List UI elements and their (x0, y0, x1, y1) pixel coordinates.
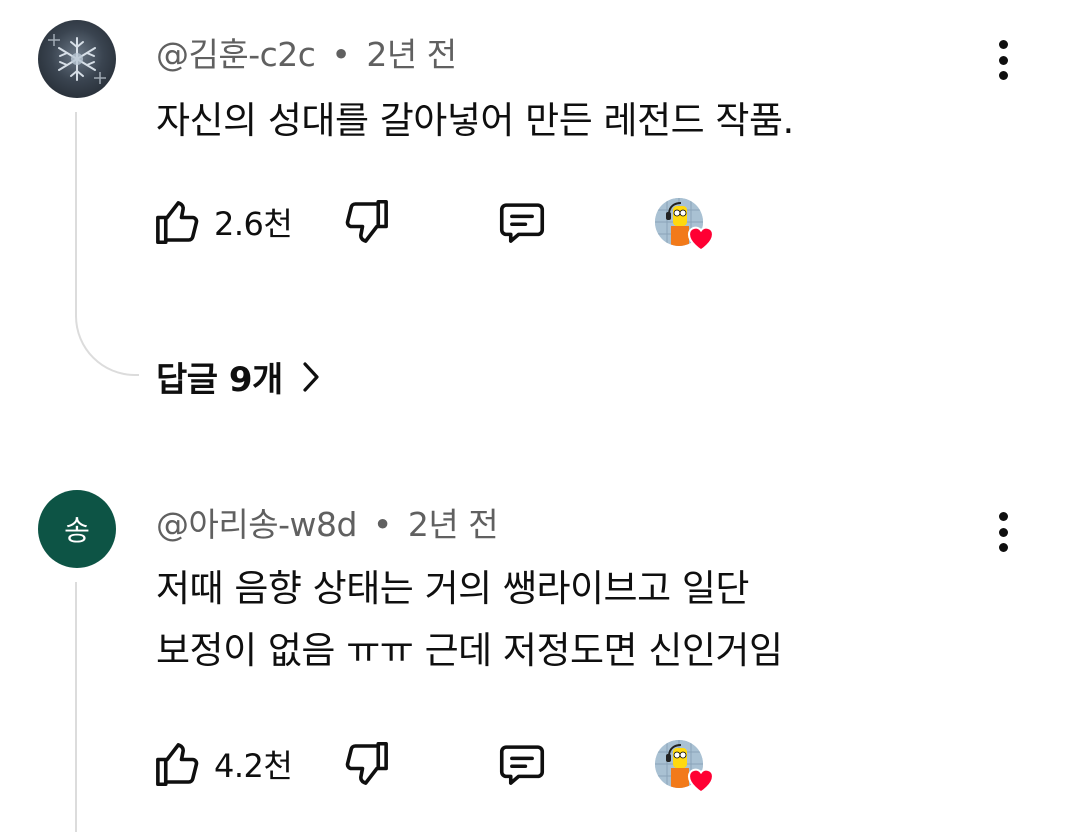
comment-1: @김훈-c2c • 2년 전 자신의 성대를 갈아넣어 만든 레전드 작품. 2… (0, 0, 1080, 420)
view-replies-button[interactable]: 답글 9개 (156, 352, 323, 401)
comment-2: 송 @아리송-w8d • 2년 전 저때 음향 상태는 거의 쌩라이브고 일단 … (0, 480, 1080, 832)
comment-text-line: 저때 음향 상태는 거의 쌩라이브고 일단 (156, 567, 749, 610)
comment-icon (499, 745, 545, 785)
thumbs-up-icon (156, 743, 199, 787)
comment-text: 저때 음향 상태는 거의 쌩라이브고 일단 보정이 없음 ㅠㅠ 근데 저정도면 … (156, 558, 783, 682)
snowflake-avatar-image (48, 34, 106, 84)
reply-button[interactable] (495, 734, 549, 794)
dislike-button[interactable] (340, 734, 394, 794)
thumbs-down-icon (345, 199, 388, 243)
dislike-button[interactable] (340, 192, 394, 252)
author-name[interactable]: @아리송-w8d (156, 505, 357, 544)
comment-text-line: 보정이 없음 ㅠㅠ 근데 저정도면 신인거임 (156, 629, 783, 672)
comment-icon (499, 203, 545, 243)
more-vert-icon[interactable] (986, 36, 1020, 84)
comment-time: 2년 전 (407, 505, 499, 544)
creator-heart-badge (655, 738, 719, 798)
like-button[interactable]: 4.2천 (150, 734, 293, 794)
heart-icon (687, 768, 715, 794)
comment-time: 2년 전 (366, 35, 457, 74)
comment-meta: @김훈-c2c • 2년 전 (156, 28, 457, 76)
reply-button[interactable] (495, 192, 549, 252)
avatar[interactable] (38, 20, 116, 98)
like-count: 2.6천 (214, 205, 293, 243)
replies-label: 답글 9개 (156, 360, 283, 400)
meta-separator: • (331, 35, 351, 74)
more-vert-icon[interactable] (986, 508, 1020, 556)
comment-meta: @아리송-w8d • 2년 전 (156, 498, 499, 546)
thumbs-up-icon (156, 201, 199, 245)
creator-heart-badge (655, 196, 719, 256)
comment-actions: 4.2천 (150, 734, 750, 794)
comment-actions: 2.6천 (150, 192, 750, 252)
comment-text-line: 자신의 성대를 갈아넣어 만든 레전드 작품. (156, 99, 794, 142)
author-name[interactable]: @김훈-c2c (156, 35, 316, 74)
meta-separator: • (372, 505, 392, 544)
thread-curve (75, 312, 139, 376)
thread-line (75, 582, 77, 832)
avatar-letter: 송 (64, 514, 90, 547)
like-count: 4.2천 (214, 747, 293, 785)
comment-text: 자신의 성대를 갈아넣어 만든 레전드 작품. (156, 90, 794, 152)
chevron-right-icon (303, 361, 319, 392)
thumbs-down-icon (345, 741, 388, 785)
like-button[interactable]: 2.6천 (150, 192, 293, 252)
heart-icon (687, 226, 715, 252)
thread-line (75, 112, 77, 317)
avatar[interactable]: 송 (38, 490, 116, 568)
